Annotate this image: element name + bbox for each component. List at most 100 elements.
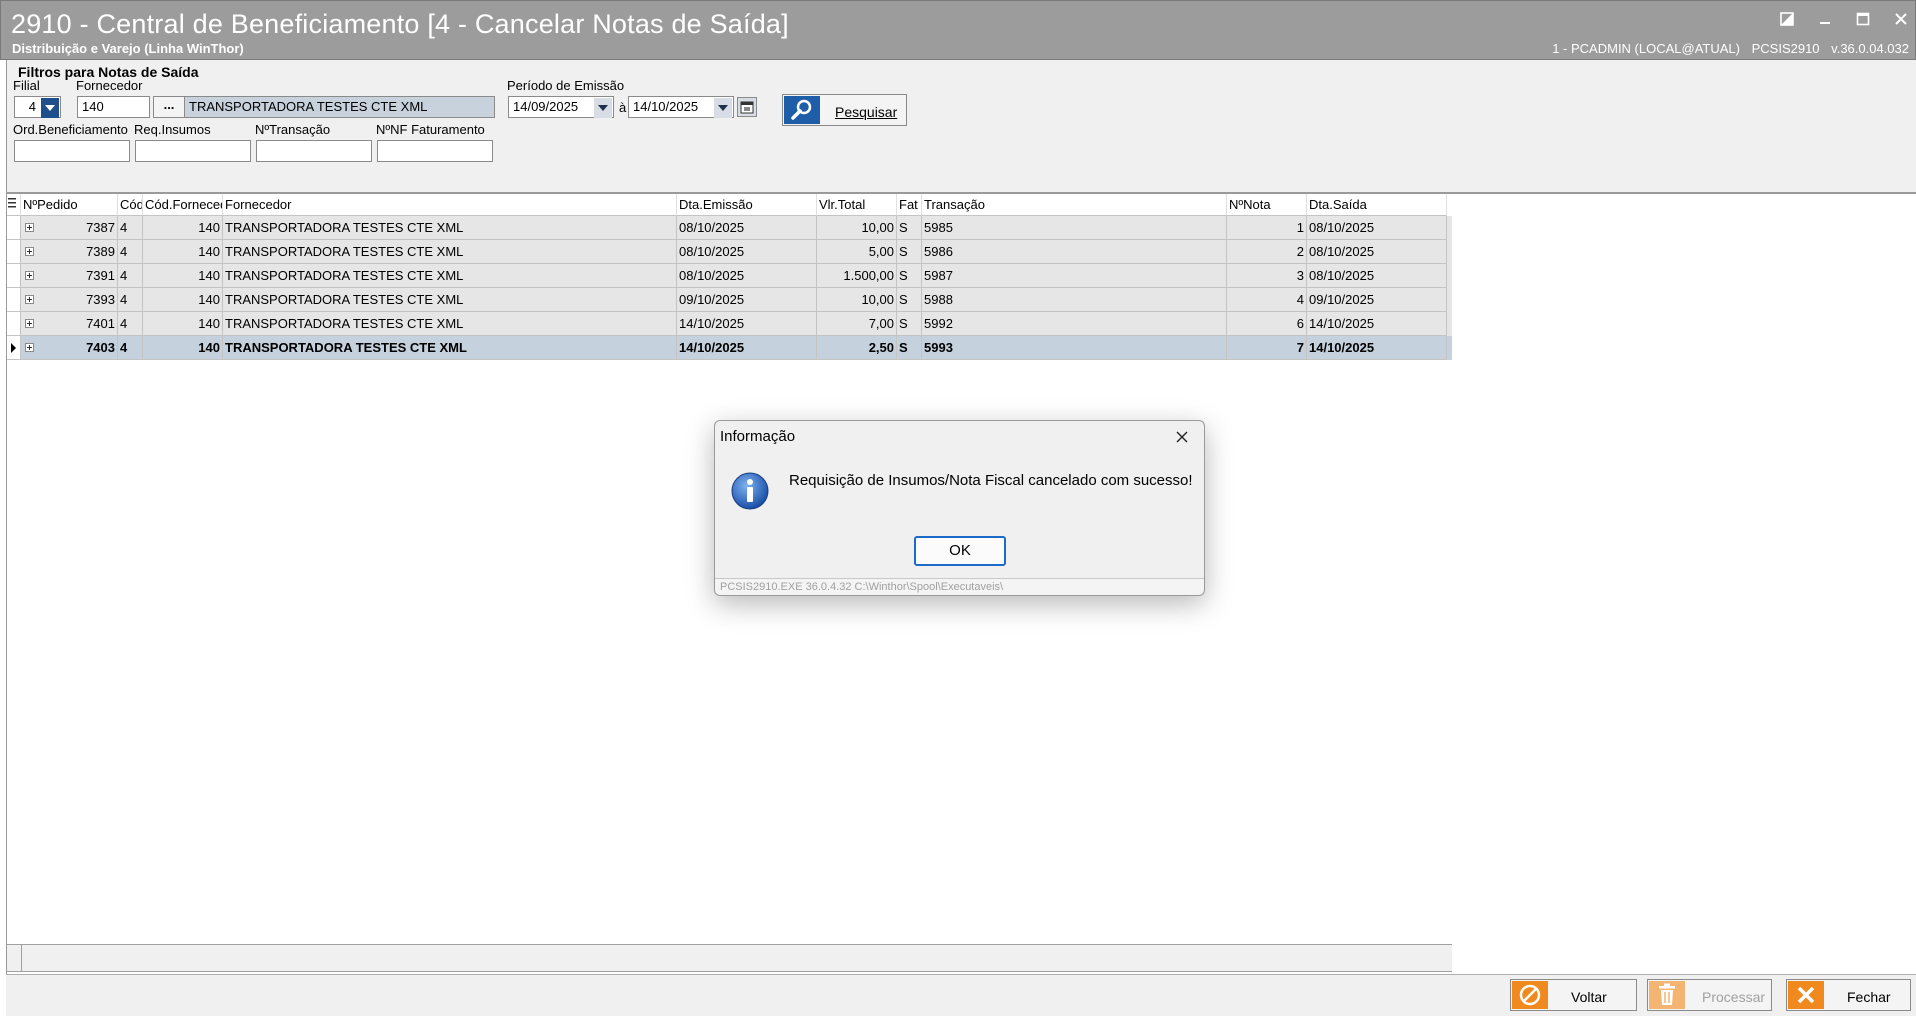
dialog-message: Requisição de Insumos/Nota Fiscal cancel… [789, 472, 1193, 489]
cell-fat: S [897, 288, 922, 312]
cell-pedido-text: 7389 [86, 244, 115, 259]
col-header-pedido[interactable]: NºPedido [21, 194, 118, 216]
minimize-icon[interactable] [1815, 9, 1835, 29]
ntransacao-input[interactable] [256, 140, 372, 162]
cell-nota: 1 [1227, 216, 1307, 240]
version-label: v.36.0.04.032 [1831, 41, 1909, 56]
calendar-dropdown-icon[interactable] [594, 98, 612, 118]
cell-codforn: 140 [143, 264, 223, 288]
table-row[interactable]: 7403 4 140 TRANSPORTADORA TESTES CTE XML 14/… [7, 336, 1452, 360]
window-title: 2910 - Central de Beneficiamento [4 - Ca… [11, 9, 789, 39]
trash-icon [1649, 981, 1685, 1009]
info-dialog: Informação Requisição de Insumos/Nota Fi… [714, 420, 1205, 596]
expand-icon[interactable] [25, 319, 34, 328]
restore-layout-icon[interactable] [1777, 9, 1797, 29]
expand-icon[interactable] [25, 271, 34, 280]
fechar-button[interactable]: Fechar [1786, 979, 1911, 1011]
voltar-button[interactable]: Voltar [1510, 979, 1637, 1011]
cell-pedido: 7401 [21, 312, 118, 336]
col-header-fat[interactable]: Fat [897, 194, 922, 216]
table-row[interactable]: 7393 4 140 TRANSPORTADORA TESTES CTE XML 09/… [7, 288, 1452, 312]
cell-emissao: 09/10/2025 [677, 288, 817, 312]
cell-pedido-text: 7387 [86, 220, 115, 235]
table-row[interactable]: 7401 4 140 TRANSPORTADORA TESTES CTE XML 14/… [7, 312, 1452, 336]
maximize-icon[interactable] [1853, 9, 1873, 29]
nnf-fat-input[interactable] [377, 140, 493, 162]
cell-nota: 4 [1227, 288, 1307, 312]
cell-fornecedor: TRANSPORTADORA TESTES CTE XML [223, 216, 677, 240]
col-header-transacao[interactable]: Transação [922, 194, 1227, 216]
filial-label: Filial [13, 78, 40, 93]
col-header-emissao[interactable]: Dta.Emissão [677, 194, 817, 216]
expand-icon[interactable] [25, 343, 34, 352]
ok-button[interactable]: OK [914, 536, 1006, 566]
cell-emissao: 08/10/2025 [677, 240, 817, 264]
row-pointer-icon [11, 343, 16, 353]
fornecedor-lookup-button[interactable]: ... [153, 96, 185, 118]
req-insumos-input[interactable] [135, 140, 251, 162]
row-indicator [7, 288, 21, 312]
user-info: 1 - PCADMIN (LOCAL@ATUAL) [1552, 41, 1740, 56]
row-indicator [7, 216, 21, 240]
cell-fornecedor: TRANSPORTADORA TESTES CTE XML [223, 264, 677, 288]
col-header-cod[interactable]: Cód [118, 194, 143, 216]
cell-total: 10,00 [817, 288, 897, 312]
col-header-total[interactable]: Vlr.Total [817, 194, 897, 216]
cell-codforn: 140 [143, 336, 223, 360]
cell-cod: 4 [118, 264, 143, 288]
expand-icon[interactable] [25, 295, 34, 304]
cell-transacao: 5988 [922, 288, 1227, 312]
fornecedor-code-input[interactable]: 140 [77, 96, 150, 118]
cell-nota: 3 [1227, 264, 1307, 288]
cell-codforn: 140 [143, 216, 223, 240]
periodo-label: Período de Emissão [507, 78, 625, 93]
ntransacao-label: NºTransação [255, 122, 331, 137]
col-header-fornecedor[interactable]: Fornecedor [223, 194, 677, 216]
cell-fornecedor: TRANSPORTADORA TESTES CTE XML [223, 312, 677, 336]
table-row[interactable]: 7387 4 140 TRANSPORTADORA TESTES CTE XML 08/… [7, 216, 1452, 240]
expand-icon[interactable] [25, 223, 34, 232]
cell-pedido-text: 7391 [86, 268, 115, 283]
cell-emissao: 14/10/2025 [677, 312, 817, 336]
expand-icon[interactable] [25, 247, 34, 256]
grid-header: NºPedido Cód Cód.Fornecedor Fornecedor D… [7, 194, 1452, 216]
cell-fat: S [897, 312, 922, 336]
table-row[interactable]: 7391 4 140 TRANSPORTADORA TESTES CTE XML 08/… [7, 264, 1452, 288]
cell-pedido-text: 7401 [86, 316, 115, 331]
calendar-icon[interactable] [737, 97, 757, 117]
cell-transacao: 5992 [922, 312, 1227, 336]
date-from-input[interactable]: 14/09/2025 [508, 96, 614, 118]
close-icon[interactable] [1891, 9, 1911, 29]
cell-pedido-text: 7393 [86, 292, 115, 307]
col-header-saida[interactable]: Dta.Saída [1307, 194, 1447, 216]
cell-cod: 4 [118, 216, 143, 240]
calendar-dropdown-icon[interactable] [714, 98, 732, 118]
bottom-bar: Voltar Processar Fechar [6, 974, 1916, 1016]
processar-button[interactable]: Processar [1647, 979, 1772, 1011]
filial-select[interactable]: 4 [14, 96, 61, 118]
col-header-nota[interactable]: NºNota [1227, 194, 1307, 216]
cell-emissao: 08/10/2025 [677, 216, 817, 240]
grid-menu-icon[interactable] [7, 194, 21, 216]
ord-benef-input[interactable] [14, 140, 130, 162]
processar-label: Processar [1702, 989, 1766, 1005]
pesquisar-button[interactable]: Pesquisar [782, 94, 907, 126]
cell-nota: 7 [1227, 336, 1307, 360]
cell-transacao: 5985 [922, 216, 1227, 240]
info-icon [730, 471, 770, 511]
date-to-value: 14/10/2025 [633, 99, 699, 114]
cell-emissao: 14/10/2025 [677, 336, 817, 360]
col-header-codforn[interactable]: Cód.Fornecedor [143, 194, 223, 216]
date-to-input[interactable]: 14/10/2025 [628, 96, 734, 118]
cell-fornecedor: TRANSPORTADORA TESTES CTE XML [223, 288, 677, 312]
cell-total: 5,00 [817, 240, 897, 264]
chevron-down-icon[interactable] [41, 98, 59, 118]
footer-divider [21, 945, 22, 971]
cell-pedido: 7391 [21, 264, 118, 288]
date-from-value: 14/09/2025 [513, 99, 579, 114]
cell-pedido: 7393 [21, 288, 118, 312]
cell-nota: 2 [1227, 240, 1307, 264]
table-row[interactable]: 7389 4 140 TRANSPORTADORA TESTES CTE XML 08/… [7, 240, 1452, 264]
dialog-close-icon[interactable] [1170, 425, 1194, 449]
close-icon [1788, 981, 1824, 1009]
